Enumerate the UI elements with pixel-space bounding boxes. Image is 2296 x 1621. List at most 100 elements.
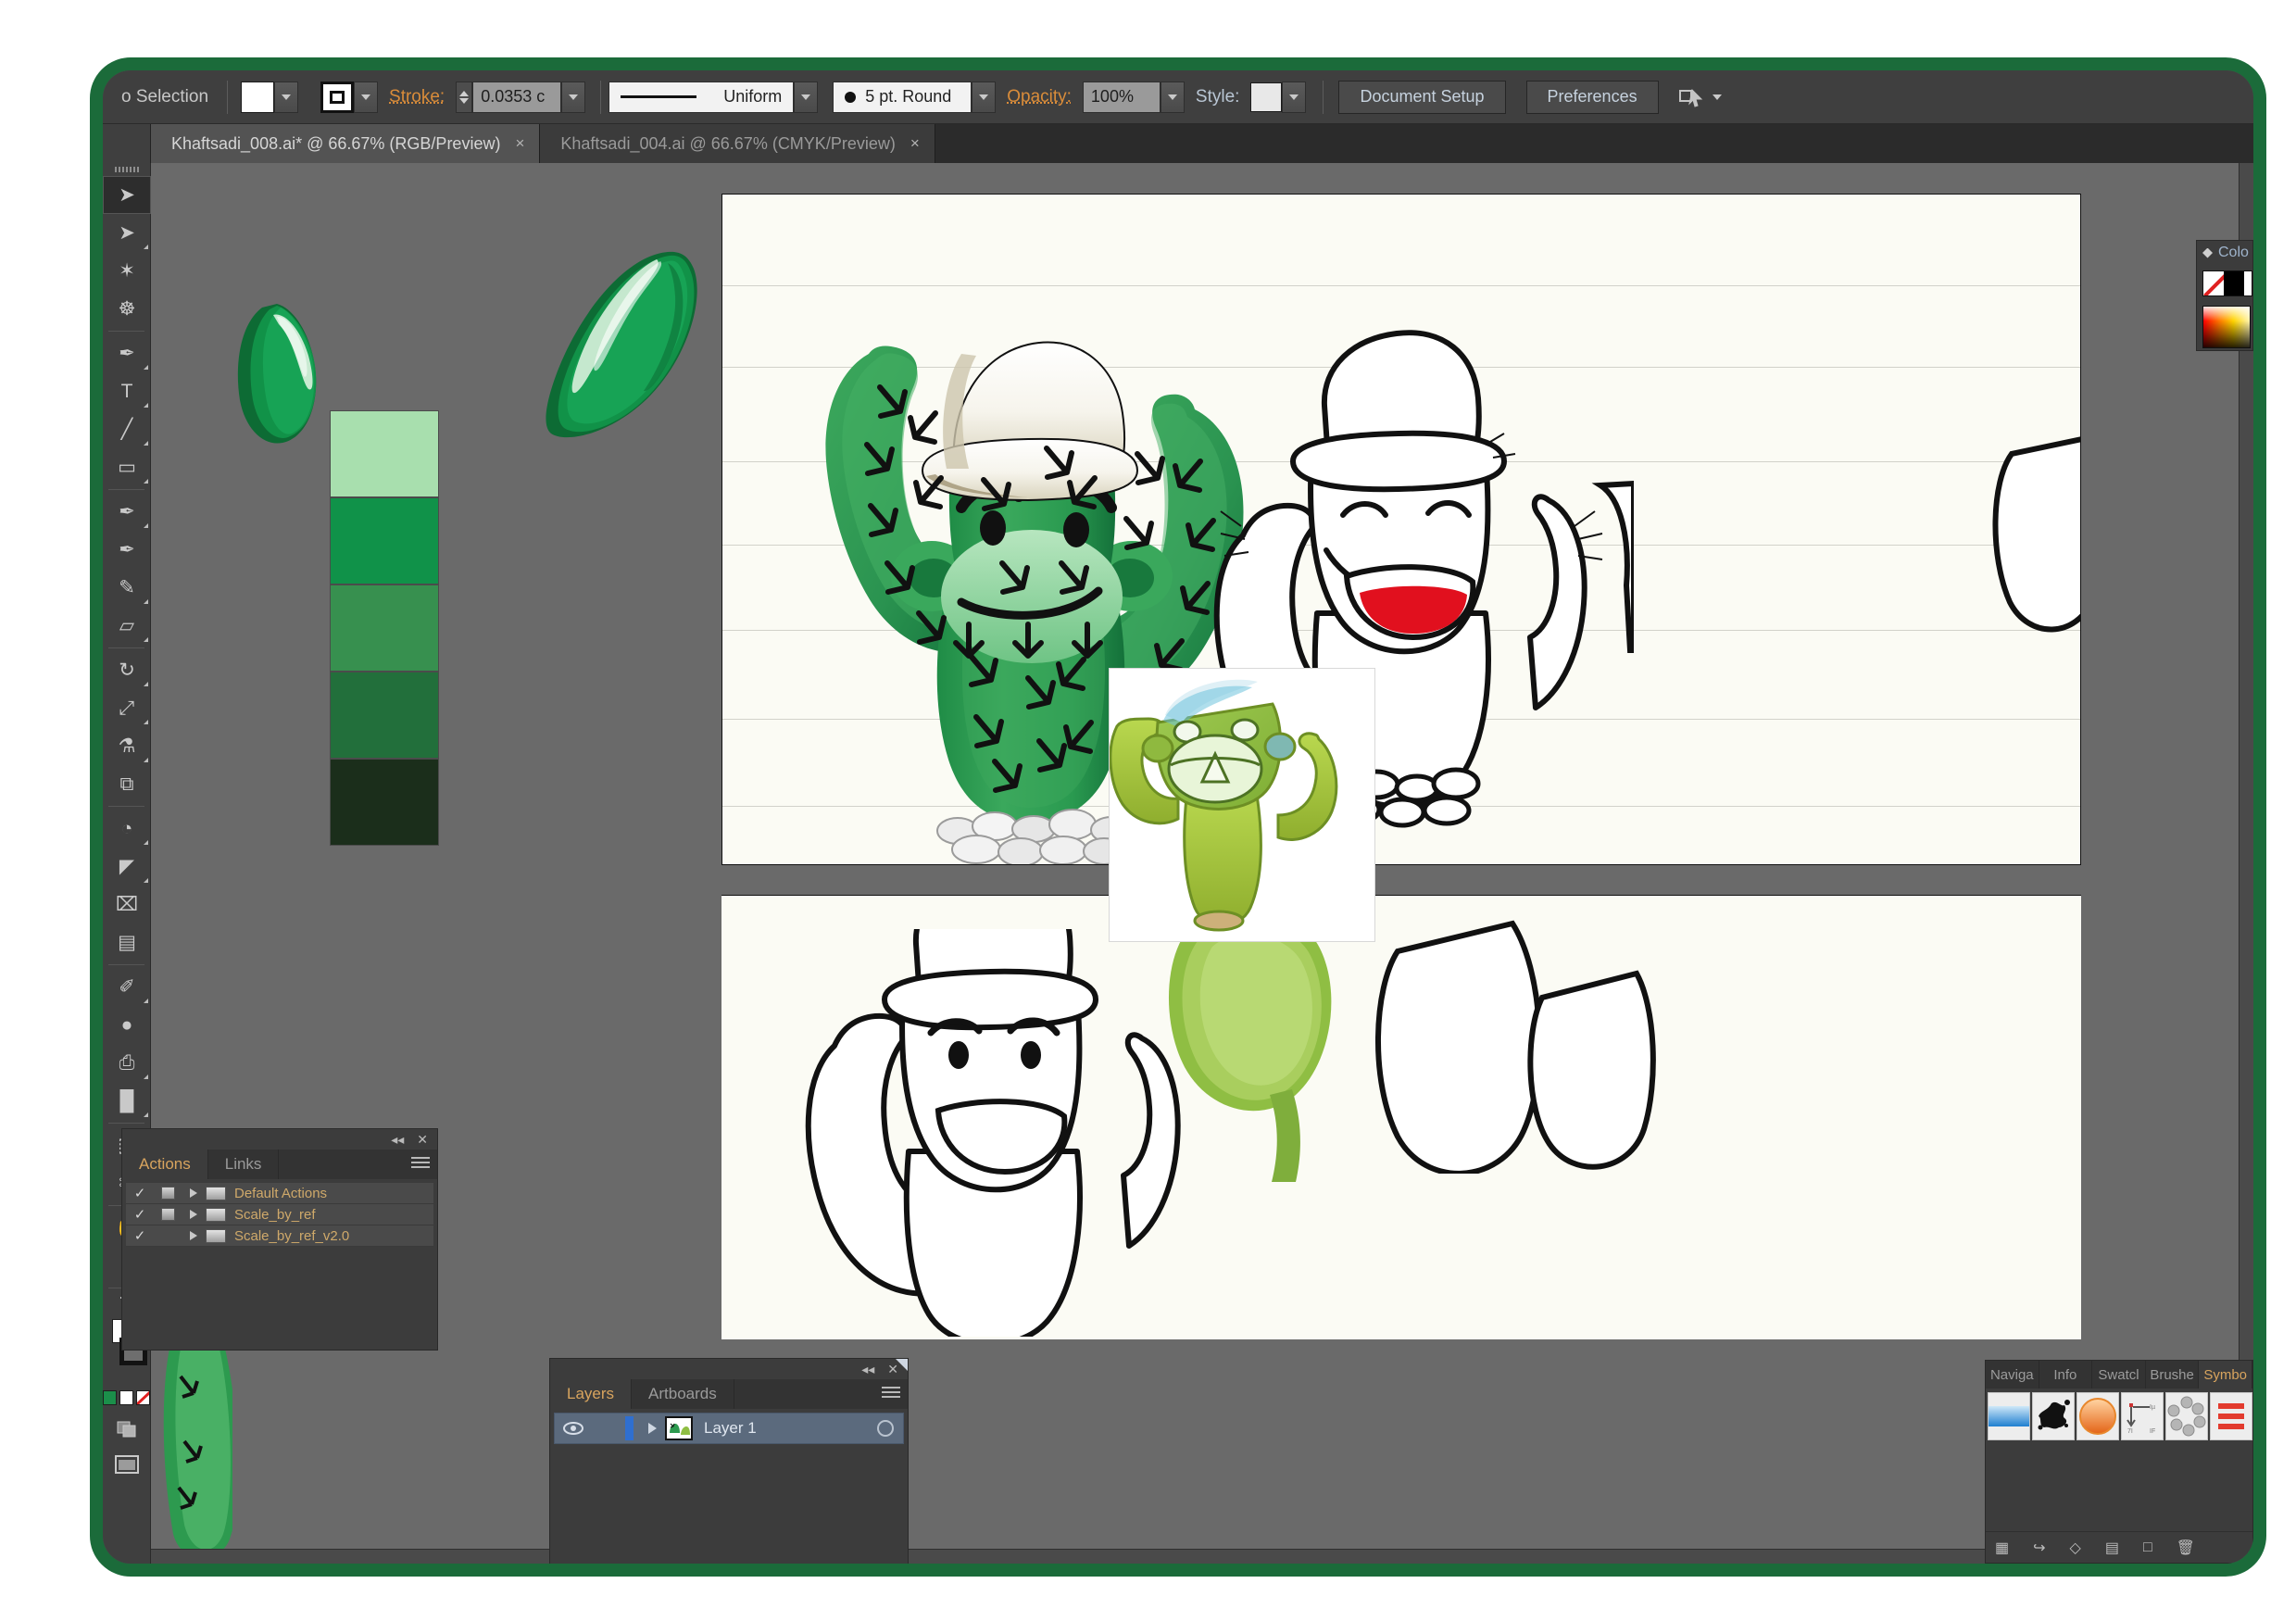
delete-symbol-icon[interactable]: 🗑 [2177,1539,2195,1557]
action-toggle-0[interactable]: ✓ [126,1185,154,1201]
width-tool[interactable]: ⚗ [103,727,151,765]
rotate-tool[interactable]: ↻ [103,651,151,689]
artboard-1[interactable] [721,194,2081,865]
symbol-stone-ring[interactable] [2165,1392,2208,1440]
symbol-orange-sphere[interactable] [2076,1392,2119,1440]
tab-info[interactable]: Info [2039,1361,2093,1389]
symbol-libraries-icon[interactable]: ▦ [1995,1539,2009,1557]
tool-flyout-indicator[interactable] [144,758,148,762]
stroke-swatch-dropdown[interactable] [354,82,378,113]
symbol-blue-gradient[interactable] [1988,1392,2030,1440]
layers-panel[interactable]: ◂◂ ✕ Layers Artboards [549,1358,909,1564]
direct-selection-tool[interactable]: ➤ [103,214,151,252]
tool-flyout-indicator[interactable] [144,720,148,724]
line-segment-tool[interactable]: ╱ [103,410,151,448]
disclosure-triangle-icon[interactable] [182,1231,206,1240]
selection-tool[interactable]: ➤ [103,176,151,214]
color-panel-swatches[interactable] [2202,270,2252,296]
gradient-tool[interactable]: ▤ [103,924,151,961]
symbol-options-icon[interactable]: ▤ [2105,1539,2119,1557]
target-circle-icon[interactable] [877,1420,894,1437]
tab-actions[interactable]: Actions [122,1150,208,1179]
tab-symbols[interactable]: Symbo [2199,1361,2252,1389]
action-toggle-1[interactable]: ✓ [126,1206,154,1223]
disclosure-triangle-icon[interactable] [639,1423,665,1434]
action-row-1[interactable]: ✓ Scale_by_ref [126,1204,433,1225]
stroke-weight-dropdown[interactable] [561,82,585,113]
actions-list[interactable]: ✓ Default Actions ✓ Scale_by_ref ✓ Scale… [122,1179,437,1250]
color-spectrum-ramp[interactable] [2202,306,2251,348]
tool-flyout-indicator[interactable] [144,1074,148,1079]
stroke-color-swatch[interactable] [2224,271,2244,295]
eye-icon[interactable] [555,1422,592,1435]
cactus-pad-small-shape[interactable] [229,300,340,448]
free-transform-tool[interactable]: ⧉ [103,765,151,803]
eyedropper-tool[interactable]: ✐ [103,968,151,1006]
color-panel-header[interactable]: Colo [2197,241,2252,265]
close-icon[interactable]: × [910,134,920,153]
graphic-style-swatch[interactable] [1250,82,1282,112]
pasteboard-scratch-area[interactable] [151,163,723,1564]
color-panel[interactable]: Colo [2196,240,2253,351]
action-modal-1[interactable] [154,1208,182,1221]
tool-flyout-indicator[interactable] [144,682,148,686]
color-icon[interactable] [103,1390,117,1405]
tab-brushes[interactable]: Brushe [2146,1361,2200,1389]
pen-tool[interactable]: ✒ [103,334,151,372]
none-swatch-icon[interactable] [2203,271,2224,295]
tool-flyout-indicator[interactable] [144,365,148,370]
action-toggle-2[interactable]: ✓ [126,1227,154,1244]
opacity-dropdown[interactable] [1161,82,1185,113]
cactus-pad-large-shape[interactable] [529,246,714,459]
green-tints-swatch-strip[interactable] [330,410,439,846]
horizontal-scrollbar[interactable] [151,1549,2239,1564]
document-tab-0[interactable]: Khaftsadi_008.ai* @ 66.67% (RGB/Preview)… [151,124,540,163]
tool-flyout-indicator[interactable] [144,245,148,249]
inset-image-preview[interactable] [1109,668,1375,942]
swatch-green-tint-3[interactable] [330,584,439,672]
tool-flyout-indicator[interactable] [144,523,148,528]
blend-tool[interactable]: ● [103,1006,151,1044]
disclosure-triangle-icon[interactable] [182,1210,206,1219]
stroke-color-swatch[interactable] [320,82,354,113]
mesh-tool[interactable]: ⌧ [103,886,151,924]
action-row-2[interactable]: ✓ Scale_by_ref_v2.0 [126,1225,433,1247]
tool-flyout-indicator[interactable] [144,840,148,845]
preferences-button[interactable]: Preferences [1526,81,1659,114]
scale-tool[interactable]: ⤢ [103,689,151,727]
tool-flyout-indicator[interactable] [144,637,148,642]
drawing-modes-button[interactable] [103,1412,151,1447]
layer-row-0[interactable]: Layer 1 [554,1413,904,1444]
symbol-sprayer-tool[interactable]: ⎙ [103,1044,151,1082]
chevron-down-icon[interactable] [1713,94,1722,100]
break-link-icon[interactable]: ◇ [2070,1539,2081,1557]
column-graph-tool[interactable]: █ [103,1082,151,1120]
tab-swatches[interactable]: Swatcl [2092,1361,2146,1389]
fill-color-swatch[interactable] [2244,271,2252,295]
swatch-green-tint-2[interactable] [330,497,439,584]
brush-definition-dropdown[interactable] [972,82,996,113]
swatch-green-tint-5[interactable] [330,759,439,846]
tool-flyout-indicator[interactable] [144,878,148,883]
tools-panel-grip[interactable] [103,163,150,176]
cactus-arm-dangling[interactable] [1161,904,1374,1182]
stepper-down-icon[interactable] [459,98,469,104]
symbols-grid[interactable]: Iµ 7I IF [1986,1389,2252,1440]
tab-artboards[interactable]: Artboards [632,1379,734,1409]
symbols-panel-dock[interactable]: Naviga Info Swatcl Brushe Symbo [1985,1360,2253,1564]
tab-navigator[interactable]: Naviga [1986,1361,2039,1389]
swatch-green-tint-1[interactable] [330,410,439,497]
stroke-weight-stepper[interactable] [456,82,472,113]
symbol-arrow-scatter[interactable]: Iµ 7I IF [2121,1392,2164,1440]
symbol-ink-splat[interactable] [2032,1392,2075,1440]
graphic-style-dropdown[interactable] [1282,82,1306,113]
action-modal-0[interactable] [154,1187,182,1200]
select-similar-objects-icon[interactable] [1679,86,1703,108]
layer-name-0[interactable]: Layer 1 [704,1419,757,1438]
place-symbol-icon[interactable]: ↪ [2033,1539,2045,1557]
shape-builder-tool[interactable]: ◔ [103,810,151,848]
perspective-grid-tool[interactable]: ◤ [103,848,151,886]
tab-layers[interactable]: Layers [550,1379,632,1409]
close-icon[interactable]: × [515,134,524,153]
vertical-scrollbar[interactable] [2239,163,2253,1564]
